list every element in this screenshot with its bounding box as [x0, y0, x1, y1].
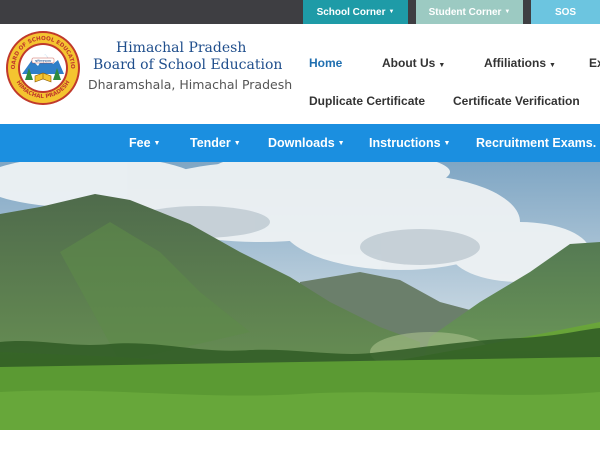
caret-down-icon: ▼	[549, 62, 556, 69]
org-name-line2: Board of School Education	[93, 57, 283, 73]
nav-home-label: Home	[309, 56, 343, 70]
nav-downloads-label: Downloads	[268, 136, 335, 150]
org-name-line1: Himachal Pradesh	[116, 40, 247, 56]
nav-downloads[interactable]: Downloads ▼	[268, 124, 345, 162]
nav-about-label: About Us	[382, 56, 436, 70]
nav-affiliations-label: Affiliations	[484, 56, 546, 70]
nav-recruitment-exams[interactable]: Recruitment Exams.▼	[476, 124, 600, 162]
nav-certificate-verification-label: Certificate Verification	[453, 94, 580, 108]
nav-duplicate-certificate[interactable]: Duplicate Certificate	[309, 94, 425, 108]
nav-ex-truncated[interactable]: Ex	[589, 56, 600, 70]
nav-fee[interactable]: Fee ▼	[129, 124, 160, 162]
hero-banner-image	[0, 162, 600, 430]
sos-button[interactable]: SOS	[531, 0, 600, 24]
caret-down-icon: ▼	[233, 139, 241, 147]
hero-landscape-illustration	[0, 162, 600, 430]
caret-down-icon: ▼	[337, 139, 345, 147]
caret-down-icon: ▼	[504, 9, 511, 15]
nav-fee-label: Fee	[129, 136, 151, 150]
nav-ex-label: Ex	[589, 56, 600, 70]
sos-label: SOS	[554, 6, 577, 18]
caret-down-icon: ▼	[388, 9, 395, 15]
nav-tender-label: Tender	[190, 136, 231, 150]
school-corner-button[interactable]: School Corner ▼	[303, 0, 408, 24]
nav-recruitment-label: Recruitment Exams.	[476, 136, 597, 150]
student-corner-label: Student Corner	[428, 6, 502, 18]
site-header: BOARD OF SCHOOL EDUCATION HIMACHAL PRADE…	[0, 24, 600, 124]
top-utility-bar: School Corner ▼ Student Corner ▼ SOS	[0, 0, 600, 24]
nav-instructions-label: Instructions	[369, 136, 441, 150]
nav-affiliations[interactable]: Affiliations ▼	[484, 56, 556, 70]
logo-ribbon-text: ऋषिणःहऋमाम	[35, 59, 52, 63]
board-logo[interactable]: BOARD OF SCHOOL EDUCATION HIMACHAL PRADE…	[5, 30, 81, 106]
nav-certificate-verification[interactable]: Certificate Verification	[453, 94, 580, 108]
nav-duplicate-certificate-label: Duplicate Certificate	[309, 94, 426, 108]
school-corner-label: School Corner	[316, 6, 386, 18]
nav-instructions[interactable]: Instructions ▼	[369, 124, 450, 162]
caret-down-icon: ▼	[443, 139, 451, 147]
page-body-below-hero	[0, 430, 600, 450]
org-location: Dharamshala, Himachal Pradesh	[88, 77, 293, 92]
secondary-nav-bar: Fee ▼ Tender ▼ Downloads ▼ Instructions ▼ Re…	[0, 124, 600, 162]
caret-down-icon: ▼	[153, 139, 161, 147]
nav-about-us[interactable]: About Us ▼	[382, 56, 445, 70]
student-corner-button[interactable]: Student Corner ▼	[416, 0, 523, 24]
nav-home-link[interactable]: Home	[309, 56, 342, 70]
nav-tender[interactable]: Tender ▼	[190, 124, 241, 162]
caret-down-icon: ▼	[438, 62, 446, 69]
